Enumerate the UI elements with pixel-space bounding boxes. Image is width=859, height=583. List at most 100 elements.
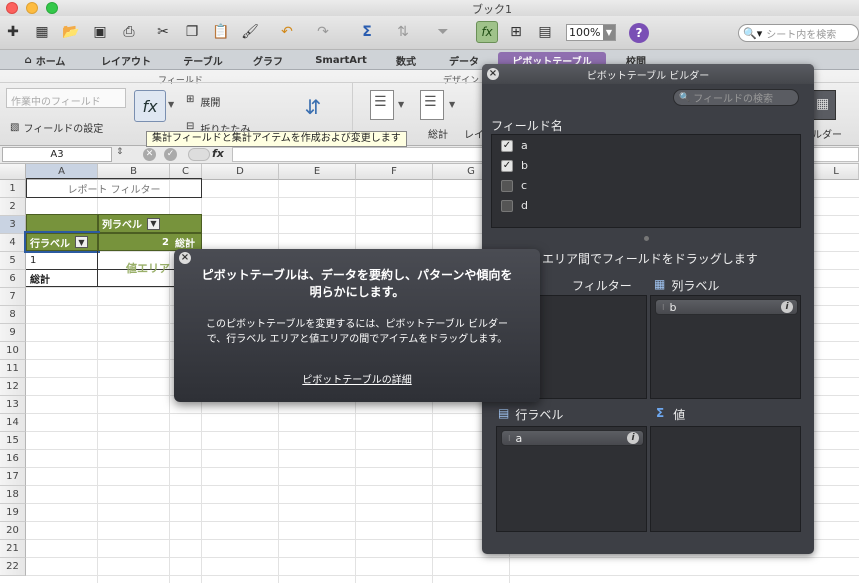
column-header-d[interactable]: D (202, 164, 279, 180)
row-header-7[interactable]: 7 (0, 288, 26, 306)
format-painter-icon[interactable]: 🖌 (239, 21, 261, 43)
column-header-l[interactable]: L (814, 164, 859, 180)
column-label-cell[interactable]: 列ラベル ▼ (98, 214, 202, 233)
print-icon[interactable]: ⎙ (118, 21, 140, 43)
close-window-button[interactable] (6, 2, 18, 14)
field-item-d[interactable]: d (501, 199, 528, 212)
row-header-4[interactable]: 4 (0, 234, 26, 252)
filter-icon[interactable]: ⏷ (432, 21, 454, 43)
info-icon[interactable]: i (781, 301, 793, 313)
row-header-3[interactable]: 3 (0, 216, 26, 234)
row-header-8[interactable]: 8 (0, 306, 26, 324)
copy-icon[interactable]: ❐ (181, 21, 203, 43)
template-gallery-icon[interactable]: ▦ (31, 21, 53, 43)
autosum-icon[interactable]: Σ (356, 21, 378, 43)
tab-formulas[interactable]: 数式 (384, 52, 428, 69)
row-header-2[interactable]: 2 (0, 198, 26, 216)
row-header-13[interactable]: 13 (0, 396, 26, 414)
row-header-18[interactable]: 18 (0, 486, 26, 504)
tab-layout[interactable]: レイアウト (92, 52, 160, 69)
name-box-stepper-icon[interactable]: ⇕ (116, 147, 124, 157)
chevron-down-icon[interactable]: ▼ (168, 100, 174, 109)
row-header-10[interactable]: 10 (0, 342, 26, 360)
undo-icon[interactable]: ↶ (276, 21, 298, 43)
tab-chart[interactable]: グラフ (243, 52, 293, 69)
name-box[interactable]: A3 (2, 147, 112, 162)
zoom-select[interactable]: 100% ▼ (566, 24, 616, 41)
values-drop-area[interactable] (650, 426, 801, 532)
row-header-14[interactable]: 14 (0, 414, 26, 432)
row-header-22[interactable]: 22 (0, 558, 26, 576)
row-header-11[interactable]: 11 (0, 360, 26, 378)
splitter-handle[interactable] (644, 236, 649, 241)
gallery-icon[interactable]: ▤ (534, 21, 556, 43)
new-document-icon[interactable]: ✚ (2, 21, 24, 43)
column-field-pill[interactable]: ⁝ b i (655, 299, 798, 315)
checkbox-unchecked-icon[interactable] (501, 199, 513, 212)
field-item-a[interactable]: ✓ a (501, 139, 528, 152)
row-header-21[interactable]: 21 (0, 540, 26, 558)
close-icon[interactable]: × (179, 252, 191, 264)
subtotals-button[interactable]: ☰ (370, 90, 394, 120)
tab-table[interactable]: テーブル (173, 52, 233, 69)
open-icon[interactable]: 📂 (60, 21, 82, 43)
cancel-icon[interactable]: ✕ (143, 148, 156, 161)
paste-icon[interactable]: 📋 (210, 21, 232, 43)
row-header-20[interactable]: 20 (0, 522, 26, 540)
row-header-1[interactable]: 1 (0, 180, 26, 198)
totals-button[interactable]: ☰ (420, 90, 444, 120)
row-header-16[interactable]: 16 (0, 450, 26, 468)
row-header-19[interactable]: 19 (0, 504, 26, 522)
field-search-input[interactable]: 🔍 フィールドの検索 (673, 89, 799, 106)
minimize-window-button[interactable] (26, 2, 38, 14)
checkbox-checked-icon[interactable]: ✓ (501, 139, 513, 152)
row-field-pill[interactable]: ⁝ a i (501, 430, 644, 446)
select-all-corner[interactable] (0, 164, 26, 180)
report-filter-area[interactable]: レポート フィルター (26, 178, 202, 198)
close-icon[interactable]: × (487, 68, 499, 80)
field-item-c[interactable]: c (501, 179, 527, 192)
tab-data[interactable]: データ (440, 52, 488, 69)
row-labels-drop-area[interactable]: ⁝ a i (496, 426, 647, 532)
function-icon[interactable]: fx (476, 21, 498, 43)
field-settings-button[interactable]: ▧ フィールドの設定 (10, 120, 103, 135)
move-field-button[interactable]: ⇵ (298, 92, 328, 122)
pivot-details-link[interactable]: ピボットテーブルの詳細 (174, 371, 540, 386)
insert-function-icon[interactable]: fx (212, 147, 224, 160)
row-header-6[interactable]: 6 (0, 270, 26, 288)
help-button[interactable]: ? (629, 23, 649, 43)
zoom-window-button[interactable] (46, 2, 58, 14)
sheet-search-field[interactable]: 🔍▾ シート内を検索 (738, 24, 859, 42)
chevron-down-icon[interactable]: ▼ (449, 100, 455, 109)
pivot-table-icon[interactable]: ⊞ (505, 21, 527, 43)
tab-smartart[interactable]: SmartArt (305, 52, 377, 69)
column-header-e[interactable]: E (279, 164, 356, 180)
tab-home[interactable]: ⌂ ホーム (14, 52, 76, 69)
info-icon[interactable]: i (627, 432, 639, 444)
row-header-9[interactable]: 9 (0, 324, 26, 342)
formula-toggle[interactable] (188, 148, 210, 161)
row-item-cell[interactable]: 1 (28, 252, 96, 269)
calculated-field-button[interactable]: fx (134, 90, 166, 122)
row-header-17[interactable]: 17 (0, 468, 26, 486)
grand-total-row-label[interactable]: 総計 (28, 270, 96, 287)
sort-icon[interactable]: ⇅ (392, 21, 414, 43)
chevron-down-icon[interactable]: ▼ (398, 100, 404, 109)
checkbox-unchecked-icon[interactable] (501, 179, 513, 192)
row-header-15[interactable]: 15 (0, 432, 26, 450)
row-header-5[interactable]: 5 (0, 252, 26, 270)
column-labels-drop-area[interactable]: ⁝ b i (650, 295, 801, 399)
save-icon[interactable]: ▣ (89, 21, 111, 43)
cut-icon[interactable]: ✂ (152, 21, 174, 43)
row-label-cell[interactable]: 行ラベル ▼ (24, 231, 100, 253)
redo-icon[interactable]: ↷ (312, 21, 334, 43)
column-header-f[interactable]: F (356, 164, 433, 180)
row-header-12[interactable]: 12 (0, 378, 26, 396)
field-item-b[interactable]: ✓ b (501, 159, 528, 172)
checkbox-checked-icon[interactable]: ✓ (501, 159, 513, 172)
filter-dropdown-icon[interactable]: ▼ (75, 236, 88, 248)
pivot-corner-cell[interactable] (26, 214, 98, 233)
expand-button[interactable]: ⊞ 展開 (186, 94, 220, 109)
filter-dropdown-icon[interactable]: ▼ (147, 217, 160, 230)
confirm-icon[interactable]: ✓ (164, 148, 177, 161)
